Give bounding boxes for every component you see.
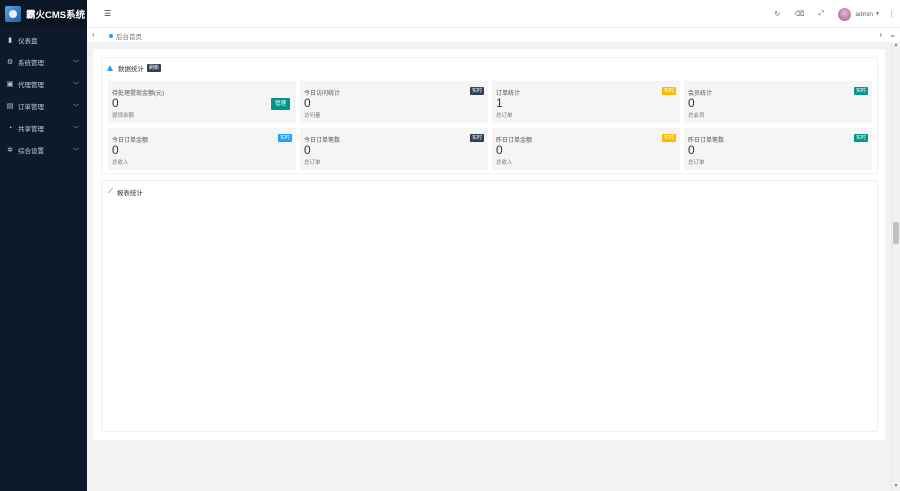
status-badge: 实时 bbox=[277, 134, 292, 142]
top-header: ☰ ↻ ⌫ ⤢ admin ▼ ⋮ bbox=[87, 0, 900, 28]
sidebar-item-label: 代理管理 bbox=[18, 82, 44, 89]
sidebar-nav: ▮ 仪表盘 ⚙ 系统管理 ﹀ ▣ 代理管理 ﹀ ▤ 订单管理 ﹀ ◔ 共享管理 … bbox=[0, 28, 87, 161]
status-badge: 实时 bbox=[469, 87, 484, 95]
card-value: 0 bbox=[688, 96, 695, 110]
card-sub: 总订单 bbox=[496, 113, 513, 119]
more-icon[interactable]: ⋮ bbox=[888, 10, 895, 18]
clear-icon[interactable]: ⌫ bbox=[788, 10, 810, 18]
card-value: 0 bbox=[688, 143, 695, 157]
chevron-down-icon: ﹀ bbox=[72, 126, 79, 133]
scroll-down-icon[interactable]: ▼ bbox=[892, 483, 900, 489]
chart-title: 报表统计 bbox=[116, 190, 143, 197]
card-sub: 总收入 bbox=[496, 160, 513, 166]
share-icon: ◔ bbox=[7, 124, 13, 132]
chevron-down-icon: ﹀ bbox=[72, 148, 79, 155]
card-value: 0 bbox=[304, 143, 311, 157]
card-sub: 访问量 bbox=[304, 113, 321, 119]
stat-card-members: 会员统计 实时 0 总会员 bbox=[684, 81, 872, 123]
line-chart-icon: ⟋ bbox=[108, 188, 113, 195]
sidebar-item-settings[interactable]: ✲ 综合设置 ﹀ bbox=[0, 139, 87, 161]
chevron-down-icon[interactable]: ⌄ bbox=[889, 30, 896, 39]
sidebar-item-share[interactable]: ◔ 共享管理 ﹀ bbox=[0, 117, 87, 139]
chevron-left-icon[interactable]: ‹ bbox=[92, 30, 95, 39]
card-sub: 提现余额 bbox=[112, 113, 135, 119]
scroll-thumb[interactable] bbox=[893, 222, 899, 244]
stat-card-today-count: 今日订单笔数 实时 0 总订单 bbox=[300, 128, 488, 170]
sidebar-item-agent[interactable]: ▣ 代理管理 ﹀ bbox=[0, 73, 87, 95]
warning-icon bbox=[107, 65, 113, 71]
card-sub: 总收入 bbox=[112, 160, 129, 166]
card-sub: 总订单 bbox=[688, 160, 705, 166]
scroll-up-icon[interactable]: ▲ bbox=[892, 42, 900, 48]
manage-button[interactable]: 管理 bbox=[270, 98, 290, 110]
status-badge: 实时 bbox=[853, 87, 868, 95]
sidebar-item-label: 共享管理 bbox=[18, 126, 44, 133]
card-title: 待处理提现金额(元) bbox=[112, 91, 164, 97]
header-tools: ↻ ⌫ ⤢ admin ▼ ⋮ bbox=[766, 6, 895, 22]
chevron-down-icon[interactable]: ▼ bbox=[875, 11, 880, 17]
card-value: 1 bbox=[496, 96, 503, 110]
avatar[interactable] bbox=[838, 7, 852, 21]
sidebar: 霸火CMS系统 ▮ 仪表盘 ⚙ 系统管理 ﹀ ▣ 代理管理 ﹀ ▤ 订单管理 ﹀… bbox=[0, 0, 87, 491]
logo-icon bbox=[5, 6, 21, 22]
brand-title: 霸火CMS系统 bbox=[26, 10, 86, 21]
stat-card-withdraw: 待处理提现金额(元) 0 提现余额 管理 bbox=[108, 81, 296, 123]
refresh-icon[interactable]: ↻ bbox=[766, 10, 788, 18]
stat-card-orders: 订单统计 实时 1 总订单 bbox=[492, 81, 680, 123]
status-badge: 实时 bbox=[853, 134, 868, 142]
tab-label: 后台首页 bbox=[116, 34, 142, 41]
stats-header: 数据统计 刷新 bbox=[107, 63, 162, 73]
card-sub: 总会员 bbox=[688, 113, 705, 119]
report-chart-panel: ⟋ 报表统计 bbox=[101, 180, 878, 432]
main-content: 数据统计 刷新 待处理提现金额(元) 0 提现余额 管理 今日访问统计 实时 0… bbox=[93, 49, 885, 440]
card-value: 0 bbox=[112, 143, 119, 157]
chevron-down-icon: ﹀ bbox=[72, 82, 79, 89]
settings-icon: ✲ bbox=[7, 147, 13, 154]
card-sub: 总订单 bbox=[304, 160, 321, 166]
tabs-bar: ‹ 后台首页 › ⌄ bbox=[87, 28, 900, 43]
sidebar-item-label: 综合设置 bbox=[18, 148, 44, 155]
sidebar-item-order[interactable]: ▤ 订单管理 ﹀ bbox=[0, 95, 87, 117]
gear-icon: ⚙ bbox=[6, 59, 14, 66]
fullscreen-icon[interactable]: ⤢ bbox=[810, 10, 832, 18]
brand[interactable]: 霸火CMS系统 bbox=[0, 0, 87, 28]
status-badge: 实时 bbox=[661, 134, 676, 142]
dashboard-icon: ▮ bbox=[8, 37, 12, 44]
chevron-down-icon: ﹀ bbox=[72, 60, 79, 67]
stat-card-visits: 今日访问统计 实时 0 访问量 bbox=[300, 81, 488, 123]
sidebar-item-label: 仪表盘 bbox=[18, 38, 38, 45]
stats-panel: 数据统计 刷新 待处理提现金额(元) 0 提现余额 管理 今日访问统计 实时 0… bbox=[101, 57, 878, 174]
menu-toggle-icon[interactable]: ☰ bbox=[104, 9, 111, 18]
chevron-down-icon: ﹀ bbox=[72, 104, 79, 111]
sidebar-item-label: 系统管理 bbox=[18, 60, 44, 67]
order-icon: ▤ bbox=[6, 103, 14, 110]
sidebar-item-label: 订单管理 bbox=[18, 104, 44, 111]
card-value: 0 bbox=[304, 96, 311, 110]
chevron-right-icon[interactable]: › bbox=[879, 30, 882, 39]
refresh-badge[interactable]: 刷新 bbox=[147, 64, 162, 72]
sidebar-item-dashboard[interactable]: ▮ 仪表盘 bbox=[0, 29, 87, 51]
tab-home[interactable]: 后台首页 bbox=[109, 31, 142, 41]
stat-card-yesterday-amount: 昨日订单金额 实时 0 总收入 bbox=[492, 128, 680, 170]
card-value: 0 bbox=[496, 143, 503, 157]
stat-card-yesterday-count: 昨日订单笔数 实时 0 总订单 bbox=[684, 128, 872, 170]
card-value: 0 bbox=[112, 96, 119, 110]
status-badge: 实时 bbox=[469, 134, 484, 142]
agent-icon: ▣ bbox=[6, 81, 14, 88]
active-dot-icon bbox=[109, 34, 113, 38]
user-name[interactable]: admin bbox=[855, 11, 873, 18]
status-badge: 实时 bbox=[661, 87, 676, 95]
stats-title: 数据统计 bbox=[118, 66, 144, 73]
chart-header: ⟋ 报表统计 bbox=[108, 187, 143, 197]
page-scrollbar[interactable]: ▲ ▼ bbox=[891, 42, 900, 491]
sidebar-item-system[interactable]: ⚙ 系统管理 ﹀ bbox=[0, 51, 87, 73]
stat-card-today-amount: 今日订单金额 实时 0 总收入 bbox=[108, 128, 296, 170]
